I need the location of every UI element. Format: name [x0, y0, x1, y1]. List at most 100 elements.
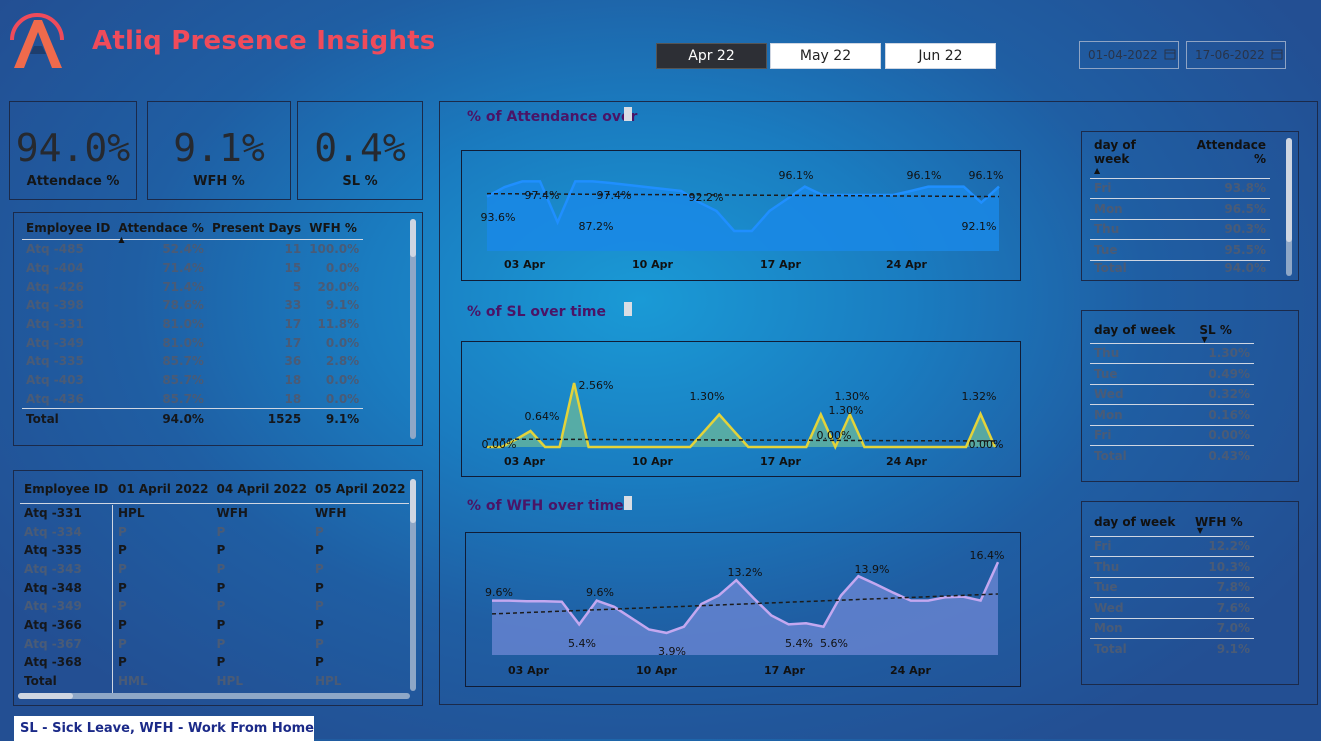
scrollbar-thumb[interactable]: [410, 219, 416, 257]
table-cell: 0.0%: [325, 373, 360, 388]
col-wfh[interactable]: WFH %: [305, 217, 363, 240]
table-cell: Atq -366: [24, 617, 82, 632]
data-label: 96.1%: [907, 169, 942, 182]
calendar-icon[interactable]: [1164, 48, 1176, 63]
table-row[interactable]: Wed 0.32%: [1090, 384, 1254, 405]
col-wfh[interactable]: WFH % ▼: [1191, 508, 1254, 536]
table-cell: Atq -335: [26, 354, 84, 369]
table-row[interactable]: Atq -404 71.4% 15 0.0%: [22, 259, 363, 278]
focus-mode-icon[interactable]: [624, 107, 632, 121]
table-row[interactable]: Atq -349 81.0% 17 0.0%: [22, 333, 363, 352]
table-row[interactable]: Atq -331 HPL WFH WFH: [20, 503, 409, 522]
table-cell: Atq -334: [24, 524, 82, 539]
atliq-logo-icon: [10, 13, 64, 68]
table-cell: Mon: [1094, 201, 1123, 216]
table-row[interactable]: Fri 93.8%: [1090, 178, 1270, 199]
sort-asc-icon: ▲: [118, 235, 125, 244]
table-row[interactable]: Thu 10.3%: [1090, 557, 1254, 577]
table-total-row: Total HML HPL HPL: [20, 672, 409, 691]
total-label: Total: [26, 411, 59, 426]
col-day-of-week[interactable]: day of week: [1090, 508, 1191, 536]
table-row[interactable]: Mon 7.0%: [1090, 618, 1254, 639]
scrollbar-thumb[interactable]: [1286, 138, 1292, 242]
wfh-chart-title: % of WFH over time: [467, 498, 624, 514]
table-row[interactable]: Atq -367 P P P: [20, 634, 409, 653]
attendance-chart-svg: 03 Apr 10 Apr 17 Apr 24 Apr 93.6% 97.4% 87.2% 9…: [481, 169, 1004, 271]
col-date-2[interactable]: 04 April 2022: [212, 475, 310, 503]
month-jun-button[interactable]: Jun 22: [885, 43, 996, 69]
data-label: 0.64%: [525, 410, 560, 423]
wfh-chart: 03 Apr 10 Apr 17 Apr 24 Apr 9.6% 9.6% 5.4% 3.9%…: [465, 532, 1021, 687]
scrollbar-thumb[interactable]: [410, 479, 416, 523]
data-label: 9.6%: [485, 586, 513, 599]
table-row[interactable]: Atq -335 P P P: [20, 541, 409, 560]
start-date-picker[interactable]: 01-04-2022: [1079, 41, 1179, 69]
table-row[interactable]: Mon 96.5%: [1090, 199, 1270, 219]
end-date-picker[interactable]: 17-06-2022: [1186, 41, 1286, 69]
table-cell: 90.3%: [1224, 222, 1266, 237]
total-label: Total: [1094, 448, 1127, 463]
table-row[interactable]: Atq -398 78.6% 33 9.1%: [22, 296, 363, 315]
table-cell: 9.1%: [325, 298, 360, 313]
col-attendance[interactable]: Attendace % ▲: [114, 217, 208, 244]
total-date-1: HML: [118, 674, 148, 689]
horizontal-scrollbar[interactable]: [18, 693, 410, 699]
table-row[interactable]: Thu 90.3%: [1090, 219, 1270, 240]
col-attendance-label: Attendace %: [118, 221, 204, 235]
table-row[interactable]: Atq -334 P P P: [20, 522, 409, 541]
table-row[interactable]: Tue 95.5%: [1090, 240, 1270, 260]
table-row[interactable]: Atq -348 P P P: [20, 578, 409, 597]
focus-mode-icon[interactable]: [624, 496, 632, 510]
table-row[interactable]: Atq -349 P P P: [20, 597, 409, 616]
col-employee-id[interactable]: Employee ID: [20, 475, 114, 503]
table-row[interactable]: Atq -343 P P P: [20, 560, 409, 579]
table-row[interactable]: Atq -426 71.4% 5 20.0%: [22, 277, 363, 296]
col-date-1[interactable]: 01 April 2022: [114, 475, 212, 503]
col-employee-id[interactable]: Employee ID: [22, 217, 114, 240]
col-attendance[interactable]: Attendace %: [1178, 138, 1270, 178]
table-cell: 0.49%: [1208, 366, 1250, 381]
calendar-icon[interactable]: [1271, 48, 1283, 63]
horizontal-scrollbar-thumb[interactable]: [18, 693, 73, 699]
table-cell: P: [118, 617, 127, 632]
table-row[interactable]: Atq -366 P P P: [20, 616, 409, 635]
col-date-3[interactable]: 05 April 2022: [311, 475, 409, 503]
x-tick-label: 17 Apr: [760, 455, 802, 468]
table-cell: 36: [284, 354, 302, 369]
col-day-of-week[interactable]: day of week: [1090, 317, 1195, 343]
table-row[interactable]: Fri 12.2%: [1090, 536, 1254, 557]
total-attendance: 94.0%: [162, 411, 204, 426]
table-row[interactable]: Atq -368 P P P: [20, 653, 409, 672]
table-row[interactable]: Wed 7.6%: [1090, 598, 1254, 618]
table-row[interactable]: Mon 0.16%: [1090, 405, 1254, 425]
col-sl[interactable]: SL % ▼: [1195, 317, 1254, 344]
table-cell: Mon: [1094, 621, 1123, 636]
table-cell: 85.7%: [162, 373, 204, 388]
data-label: 96.1%: [969, 169, 1004, 182]
table-row[interactable]: Fri 0.00%: [1090, 425, 1254, 446]
table-total-row: Total 94.0% 1525 9.1%: [22, 408, 364, 428]
table-row[interactable]: Atq -335 85.7% 36 2.8%: [22, 352, 363, 371]
table-cell: 71.4%: [162, 261, 204, 276]
month-apr-button[interactable]: Apr 22: [656, 43, 767, 69]
x-tick-label: 17 Apr: [760, 258, 802, 271]
table-row[interactable]: Thu 1.30%: [1090, 343, 1254, 364]
total-date-2: HPL: [216, 674, 243, 689]
table-row[interactable]: Atq -403 85.7% 18 0.0%: [22, 371, 363, 390]
table-row[interactable]: Atq -436 85.7% 18 0.0%: [22, 390, 363, 409]
table-cell: P: [118, 655, 127, 670]
focus-mode-icon[interactable]: [624, 302, 632, 316]
table-row[interactable]: Tue 0.49%: [1090, 364, 1254, 384]
table-row[interactable]: Atq -331 81.0% 17 11.8%: [22, 315, 363, 334]
table-row[interactable]: Atq -485 52.4% 11 100.0%: [22, 240, 363, 259]
table-cell: Wed: [1094, 600, 1124, 615]
kpi-attendance-value: 94.0%: [15, 126, 131, 170]
x-tick-label: 10 Apr: [632, 258, 674, 271]
table-cell: P: [314, 599, 324, 614]
sl-chart-title: % of SL over time: [467, 304, 606, 320]
col-day-of-week[interactable]: day of week ▲: [1090, 138, 1178, 178]
col-present-days[interactable]: Present Days: [208, 217, 305, 240]
table-row[interactable]: Tue 7.8%: [1090, 577, 1254, 598]
table-cell: P: [118, 543, 127, 558]
month-may-button[interactable]: May 22: [770, 43, 881, 69]
